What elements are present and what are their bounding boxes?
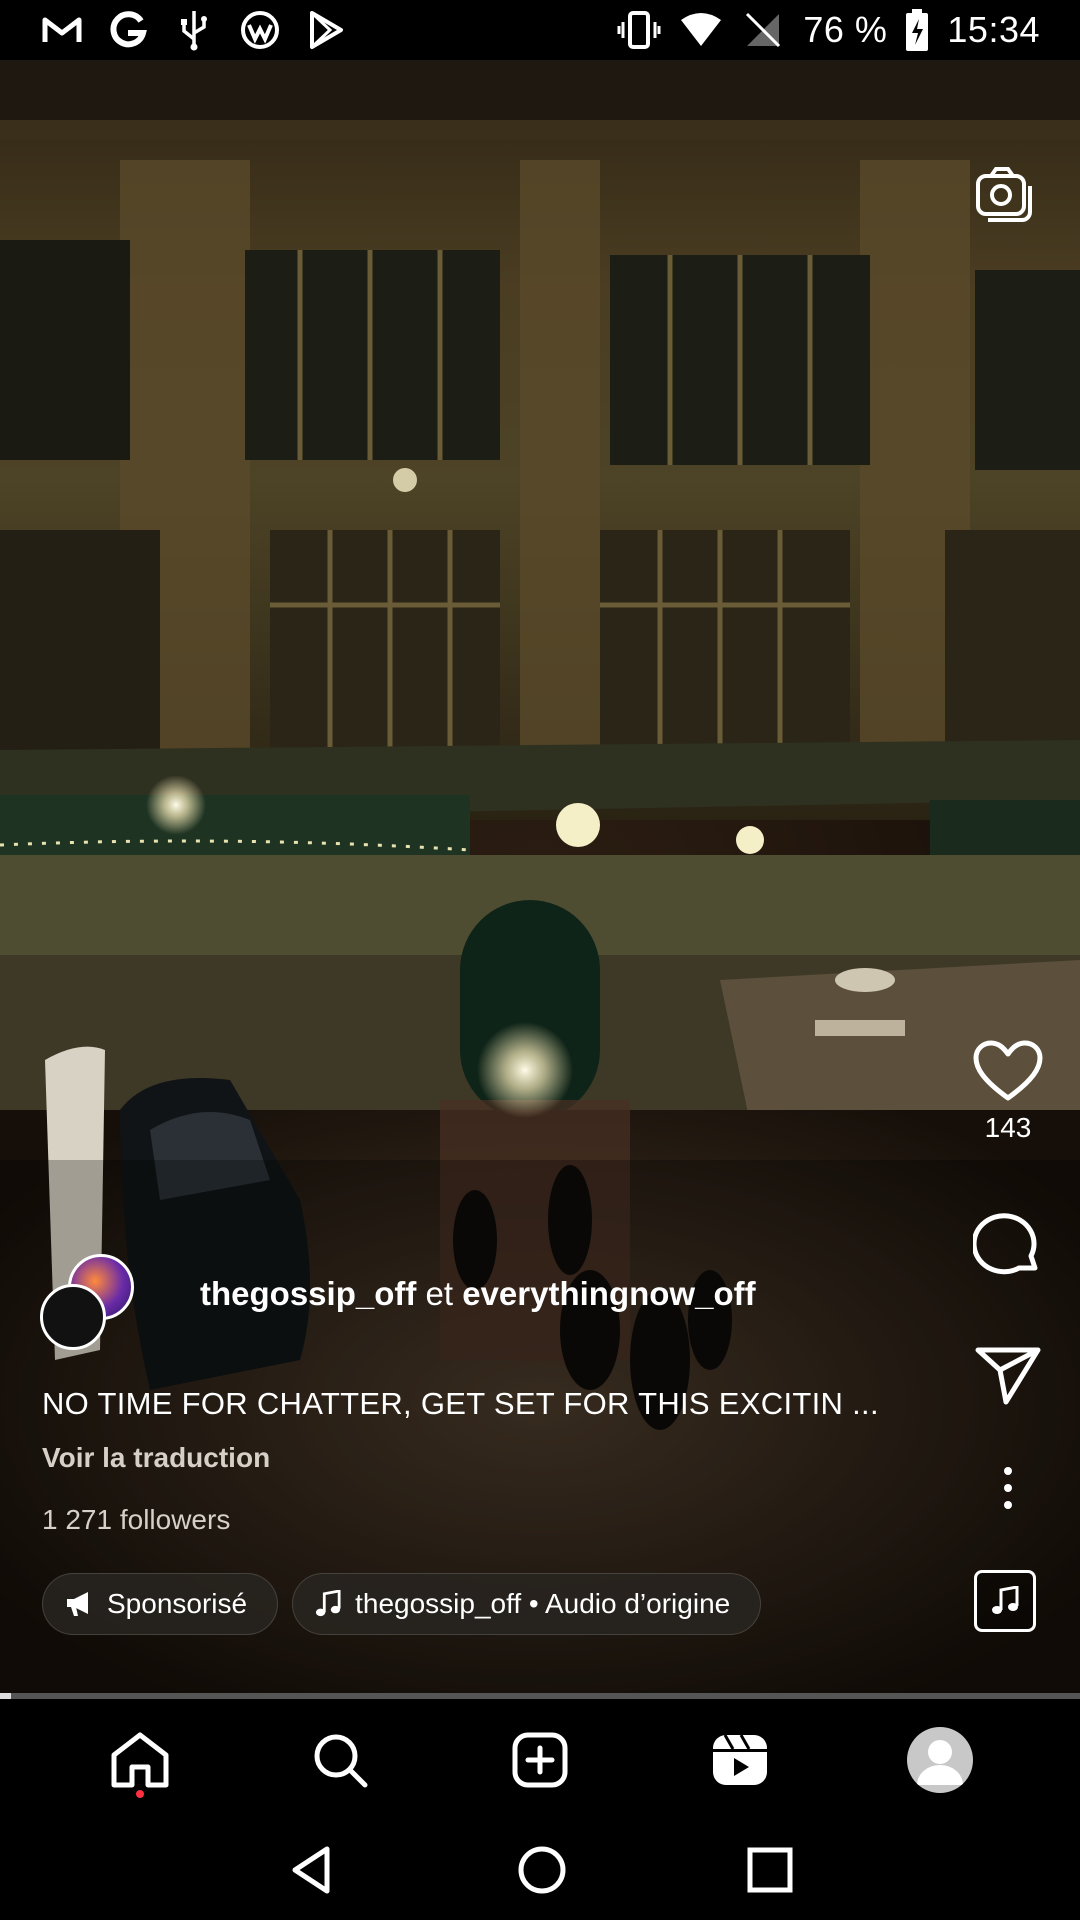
comment-icon	[973, 1213, 1038, 1275]
author-primary[interactable]: thegossip_off	[200, 1275, 416, 1312]
author-avatars[interactable]	[40, 1254, 156, 1350]
author-connector: et	[425, 1275, 454, 1312]
music-note-icon	[316, 1590, 341, 1617]
heart-icon	[973, 1040, 1043, 1101]
comment-button[interactable]	[968, 1210, 1048, 1280]
more-vertical-icon	[1004, 1467, 1012, 1509]
wifi-icon	[679, 8, 723, 52]
reels-icon	[713, 1733, 767, 1785]
gmail-icon	[40, 8, 84, 52]
reel-caption[interactable]: NO TIME FOR CHATTER, GET SET FOR THIS EX…	[42, 1386, 879, 1422]
followers-count: 1 271 followers	[42, 1504, 231, 1535]
recents-icon[interactable]	[747, 1847, 793, 1893]
audio-thumbnail-button[interactable]	[974, 1570, 1036, 1632]
camera-icon[interactable]	[974, 164, 1034, 224]
nav-reels[interactable]	[700, 1720, 780, 1800]
see-translation-link[interactable]: Voir la traduction	[42, 1442, 270, 1474]
like-count: 143	[984, 1112, 1032, 1143]
no-signal-icon	[741, 8, 785, 52]
more-options-button[interactable]	[968, 1466, 1048, 1510]
system-navigation-bar	[0, 1820, 1080, 1920]
plus-square-icon	[512, 1732, 568, 1787]
search-icon	[314, 1734, 368, 1787]
sponsored-label: Sponsorisé	[107, 1588, 248, 1619]
play-store-icon	[304, 8, 348, 52]
megaphone-icon	[67, 1592, 88, 1616]
notification-dot	[136, 1789, 144, 1798]
profile-avatar	[907, 1726, 973, 1793]
usb-icon	[172, 8, 216, 52]
reel-authors[interactable]: thegossip_off et everythingnow_off	[40, 1254, 756, 1350]
author-secondary[interactable]: everythingnow_off	[462, 1275, 755, 1312]
audio-chip[interactable]: thegossip_off • Audio d’origine	[292, 1573, 762, 1635]
battery-percent: 76 %	[803, 9, 888, 50]
vibrate-icon	[617, 8, 661, 52]
home-icon	[111, 1732, 169, 1787]
sponsored-chip[interactable]: Sponsorisé	[42, 1573, 279, 1635]
nav-create[interactable]	[500, 1720, 580, 1800]
bottom-navigation	[0, 1699, 1080, 1820]
back-icon[interactable]	[287, 1845, 337, 1895]
nav-home[interactable]	[100, 1720, 180, 1800]
home-circle-icon[interactable]	[517, 1845, 567, 1895]
share-button[interactable]	[968, 1345, 1048, 1405]
like-button[interactable]: 143	[968, 1040, 1048, 1144]
status-bar: 76 % 15:34	[0, 0, 1080, 60]
nav-search[interactable]	[300, 1720, 380, 1800]
google-icon	[106, 8, 150, 52]
battery-charging-icon	[905, 8, 929, 52]
author-names: thegossip_off et everythingnow_off	[200, 1275, 756, 1313]
avatar-thegossip[interactable]	[40, 1284, 106, 1350]
app-icon	[238, 8, 282, 52]
paper-plane-icon	[975, 1347, 1041, 1405]
audio-label: thegossip_off • Audio d’origine	[355, 1588, 731, 1619]
clock: 15:34	[947, 9, 1040, 50]
music-note-icon	[992, 1586, 1019, 1614]
nav-profile[interactable]	[900, 1720, 980, 1800]
